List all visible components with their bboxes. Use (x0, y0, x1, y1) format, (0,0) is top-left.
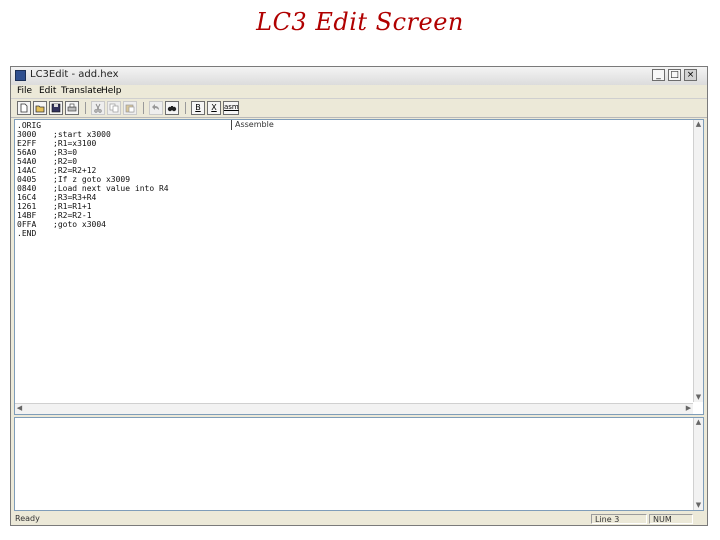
code-value: 0405 (17, 175, 37, 184)
code-pane[interactable]: .ORIG 3000 ;start x3000 E2FF ;R1=x3100 56A0 ;R… (17, 121, 229, 401)
new-file-icon[interactable] (17, 101, 31, 115)
menu-file[interactable]: File (17, 86, 32, 96)
code-comment: ;start x3000 (53, 130, 111, 139)
code-value: 0FFA (17, 220, 37, 229)
scroll-left-icon[interactable]: ◀ (15, 404, 24, 413)
maximize-button[interactable]: □ (668, 69, 681, 81)
code-comment: ;If z goto x3009 (53, 175, 131, 184)
code-line[interactable]: E2FF ;R1=x3100 (17, 139, 229, 148)
binary-icon[interactable]: B (191, 101, 205, 115)
code-line[interactable]: 0405 ;If z goto x3009 (17, 175, 229, 184)
code-line[interactable]: 14AC ;R2=R2+12 (17, 166, 229, 175)
code-line[interactable]: 14BF ;R2=R2-1 (17, 211, 229, 220)
window-title: LC3Edit - add.hex (30, 69, 119, 80)
menu-help[interactable]: Help (101, 86, 122, 96)
find-icon[interactable] (165, 101, 179, 115)
code-line[interactable]: 54A0 ;R2=0 (17, 157, 229, 166)
minimize-button[interactable]: _ (652, 69, 665, 81)
code-comment: ;R2=R2-1 (53, 211, 92, 220)
code-line[interactable]: 1261 ;R1=R1+1 (17, 202, 229, 211)
toolbar-separator (143, 102, 144, 114)
status-bar: Ready Line 3 NUM (11, 513, 707, 525)
undo-icon[interactable] (149, 101, 163, 115)
code-value: 1261 (17, 202, 37, 211)
close-button[interactable]: × (684, 69, 697, 81)
app-icon (15, 70, 26, 81)
status-line: Line 3 (591, 514, 647, 524)
code-editor[interactable]: .ORIG 3000 ;start x3000 E2FF ;R1=x3100 56A0 ;R… (14, 119, 704, 415)
toolbar: B X asm (11, 99, 707, 118)
code-line[interactable]: 16C4 ;R3=R3+R4 (17, 193, 229, 202)
window-titlebar[interactable]: LC3Edit - add.hex _ □ × (11, 67, 707, 86)
toolbar-separator (185, 102, 186, 114)
code-value: .END (17, 229, 37, 238)
editor-horizontal-scrollbar[interactable]: ◀ ▶ (15, 403, 693, 414)
code-line[interactable]: .END (17, 229, 229, 238)
code-value: 16C4 (17, 193, 37, 202)
lc3edit-window: LC3Edit - add.hex _ □ × File Edit Transl… (10, 66, 708, 526)
save-icon[interactable] (49, 101, 63, 115)
code-comment: ;R1=R1+1 (53, 202, 92, 211)
code-comment: ;R2=0 (53, 157, 78, 166)
code-value: 0840 (17, 184, 37, 193)
open-folder-icon[interactable] (33, 101, 47, 115)
code-line[interactable]: 0840 ;Load next value into R4 (17, 184, 229, 193)
code-value: 14AC (17, 166, 37, 175)
cut-icon[interactable] (91, 101, 105, 115)
code-comment: ;R3=0 (53, 148, 78, 157)
code-comment: ;R2=R2+12 (53, 166, 97, 175)
menu-translate[interactable]: Translate (61, 86, 102, 96)
code-comment: ;R3=R3+R4 (53, 193, 97, 202)
print-icon[interactable] (65, 101, 79, 115)
scroll-right-icon[interactable]: ▶ (684, 404, 693, 413)
code-comment: ;R1=x3100 (53, 139, 97, 148)
column-divider (231, 120, 232, 130)
scroll-down-icon[interactable]: ▼ (694, 393, 703, 402)
toolbar-separator (85, 102, 86, 114)
menu-edit[interactable]: Edit (39, 86, 56, 96)
code-line[interactable]: 0FFA ;goto x3004 (17, 220, 229, 229)
status-num: NUM (649, 514, 693, 524)
copy-icon[interactable] (107, 101, 121, 115)
code-line[interactable]: 3000 ;start x3000 (17, 130, 229, 139)
code-value: .ORIG (17, 121, 42, 130)
code-value: 54A0 (17, 157, 37, 166)
code-value: 3000 (17, 130, 37, 139)
hex-icon[interactable]: X (207, 101, 221, 115)
scroll-up-icon[interactable]: ▲ (694, 418, 703, 427)
code-line[interactable]: 56A0 ;R3=0 (17, 148, 229, 157)
scroll-down-icon[interactable]: ▼ (694, 501, 703, 510)
code-line[interactable]: .ORIG (17, 121, 229, 130)
slide-title: LC3 Edit Screen (256, 8, 464, 36)
code-value: E2FF (17, 139, 37, 148)
code-comment: ;Load next value into R4 (53, 184, 169, 193)
asm-icon[interactable]: asm (223, 101, 239, 115)
code-comment: ;goto x3004 (53, 220, 106, 229)
menu-bar: File Edit Translate Help (11, 85, 707, 99)
paste-icon[interactable] (123, 101, 137, 115)
output-vertical-scrollbar[interactable]: ▲ ▼ (693, 418, 703, 510)
assemble-label: Assemble (235, 120, 274, 129)
code-value: 56A0 (17, 148, 37, 157)
editor-vertical-scrollbar[interactable]: ▲ ▼ (693, 120, 703, 402)
output-pane[interactable]: ▲ ▼ (14, 417, 704, 511)
code-value: 14BF (17, 211, 37, 220)
scroll-up-icon[interactable]: ▲ (694, 120, 703, 129)
status-ready: Ready (15, 514, 40, 523)
